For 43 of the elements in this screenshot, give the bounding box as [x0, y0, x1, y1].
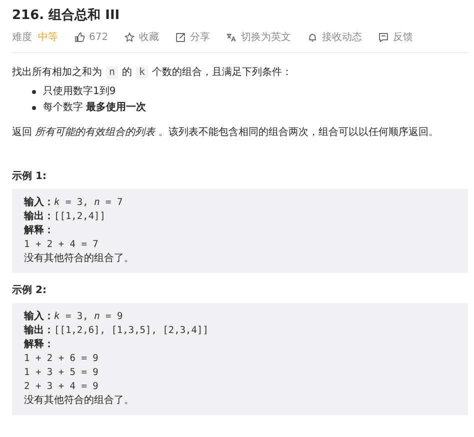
condition-item: 只使用数字1到9	[43, 85, 116, 99]
share-button[interactable]: 分享	[175, 30, 210, 44]
condition-item: 每个数字 最多使用一次	[43, 101, 146, 115]
field-value: k = 3, n = 7	[54, 196, 123, 210]
feedback-icon	[378, 32, 390, 42]
thumbs-up-icon	[74, 32, 85, 42]
inline-code: n	[106, 66, 118, 78]
like-button[interactable]: 672	[74, 32, 108, 42]
feedback-button[interactable]: 反馈	[378, 30, 414, 44]
example-heading: 示例 1:	[12, 170, 48, 183]
field-label: 解释：	[24, 224, 54, 238]
description-text: 个数的组合，且满足下列条件：	[152, 66, 292, 79]
description-text: 的	[122, 66, 132, 79]
field-value: [[1,2,6], [1,3,5], [2,3,4]]	[54, 324, 208, 338]
star-button[interactable]: 收藏	[124, 30, 160, 44]
equation-text: 1 + 2 + 4 = 7	[24, 238, 98, 252]
share-icon	[175, 32, 186, 42]
translate-button[interactable]: 切换为英文	[226, 30, 292, 44]
equation-text: 1 + 3 + 5 = 9	[24, 366, 98, 380]
field-label: 输入：	[24, 310, 54, 324]
inline-code: k	[136, 66, 148, 78]
description-text: 找出所有相加之和为	[12, 66, 102, 79]
field-label: 输出：	[24, 210, 54, 224]
field-label: 解释：	[24, 338, 54, 352]
note-text: 没有其他符合的组合了。	[24, 394, 134, 408]
difficulty-label: 难度	[12, 30, 32, 44]
field-value: k = 3, n = 9	[54, 310, 123, 324]
bell-button[interactable]: 接收动态	[307, 30, 362, 44]
example-heading: 示例 2:	[12, 284, 48, 297]
translate-icon	[226, 32, 238, 42]
problem-title: 216. 组合总和 III	[12, 7, 121, 24]
note-text: 没有其他符合的组合了。	[24, 252, 134, 266]
equation-text: 2 + 3 + 4 = 9	[24, 380, 98, 394]
star-icon	[124, 32, 136, 42]
bullet-icon	[32, 106, 36, 110]
bell-icon	[307, 32, 318, 42]
field-label: 输入：	[24, 196, 54, 210]
equation-text: 1 + 2 + 6 = 9	[24, 352, 98, 366]
bullet-icon	[32, 90, 36, 94]
difficulty-tag: 中等	[38, 30, 58, 44]
return-text: 返回 所有可能的有效组合的列表 。该列表不能包含相同的组合两次，组合可以以任何顺序返回。	[12, 126, 440, 139]
field-value: [[1,2,4]]	[54, 210, 106, 224]
field-label: 输出：	[24, 324, 54, 338]
